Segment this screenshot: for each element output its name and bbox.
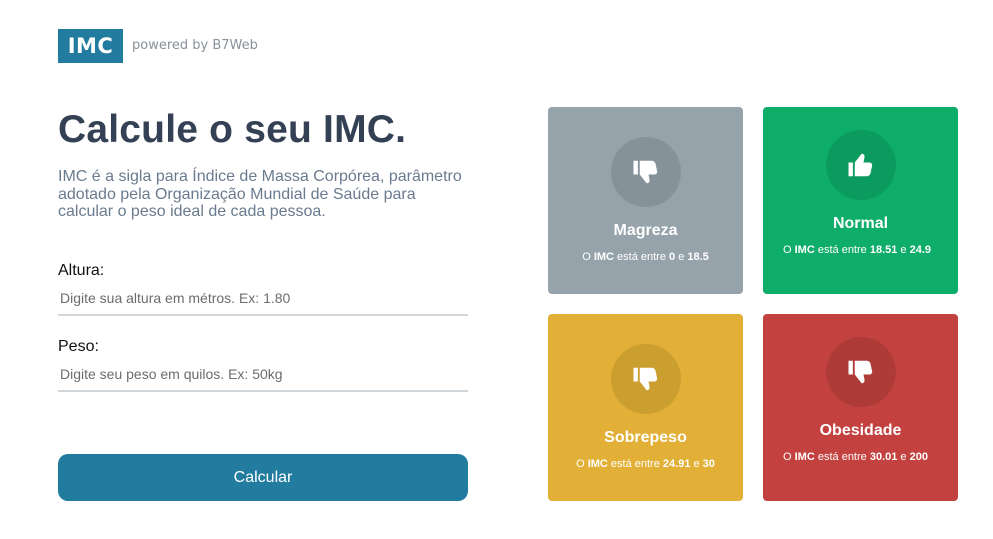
card-sobrepeso: Sobrepeso O IMC está entre 24.91 e 30	[548, 314, 743, 501]
card-range: O IMC está entre 0 e 18.5	[582, 251, 709, 263]
card-magreza: Magreza O IMC está entre 0 e 18.5	[548, 107, 743, 294]
description: IMC é a sigla para Índice de Massa Corpó…	[58, 168, 462, 220]
card-normal: Normal O IMC está entre 18.51 e 24.9	[763, 107, 958, 294]
calculate-button[interactable]: Calcular	[58, 454, 468, 501]
card-title: Obesidade	[819, 422, 902, 439]
card-title: Magreza	[613, 222, 678, 239]
page-title: Calcule o seu IMC.	[58, 108, 407, 151]
card-title: Sobrepeso	[604, 429, 687, 446]
height-input[interactable]	[58, 282, 468, 316]
card-obesidade: Obesidade O IMC está entre 30.01 e 200	[763, 314, 958, 501]
card-range: O IMC está entre 24.91 e 30	[576, 458, 715, 470]
powered-by-text: powered by B7Web	[132, 38, 258, 53]
thumbs-down-icon	[611, 344, 681, 414]
weight-label: Peso:	[58, 338, 99, 355]
card-title: Normal	[832, 215, 889, 232]
thumbs-down-icon	[611, 137, 681, 207]
height-label: Altura:	[58, 262, 105, 279]
weight-input[interactable]	[58, 358, 468, 392]
imc-logo: IMC	[58, 29, 123, 63]
card-range: O IMC está entre 18.51 e 24.9	[783, 244, 932, 256]
calculator-section: Calcule o seu IMC. IMC é a sigla para Ín…	[58, 106, 468, 221]
card-range: O IMC está entre 30.01 e 200	[783, 451, 928, 463]
thumbs-up-icon	[826, 130, 896, 200]
thumbs-down-icon	[826, 337, 896, 407]
